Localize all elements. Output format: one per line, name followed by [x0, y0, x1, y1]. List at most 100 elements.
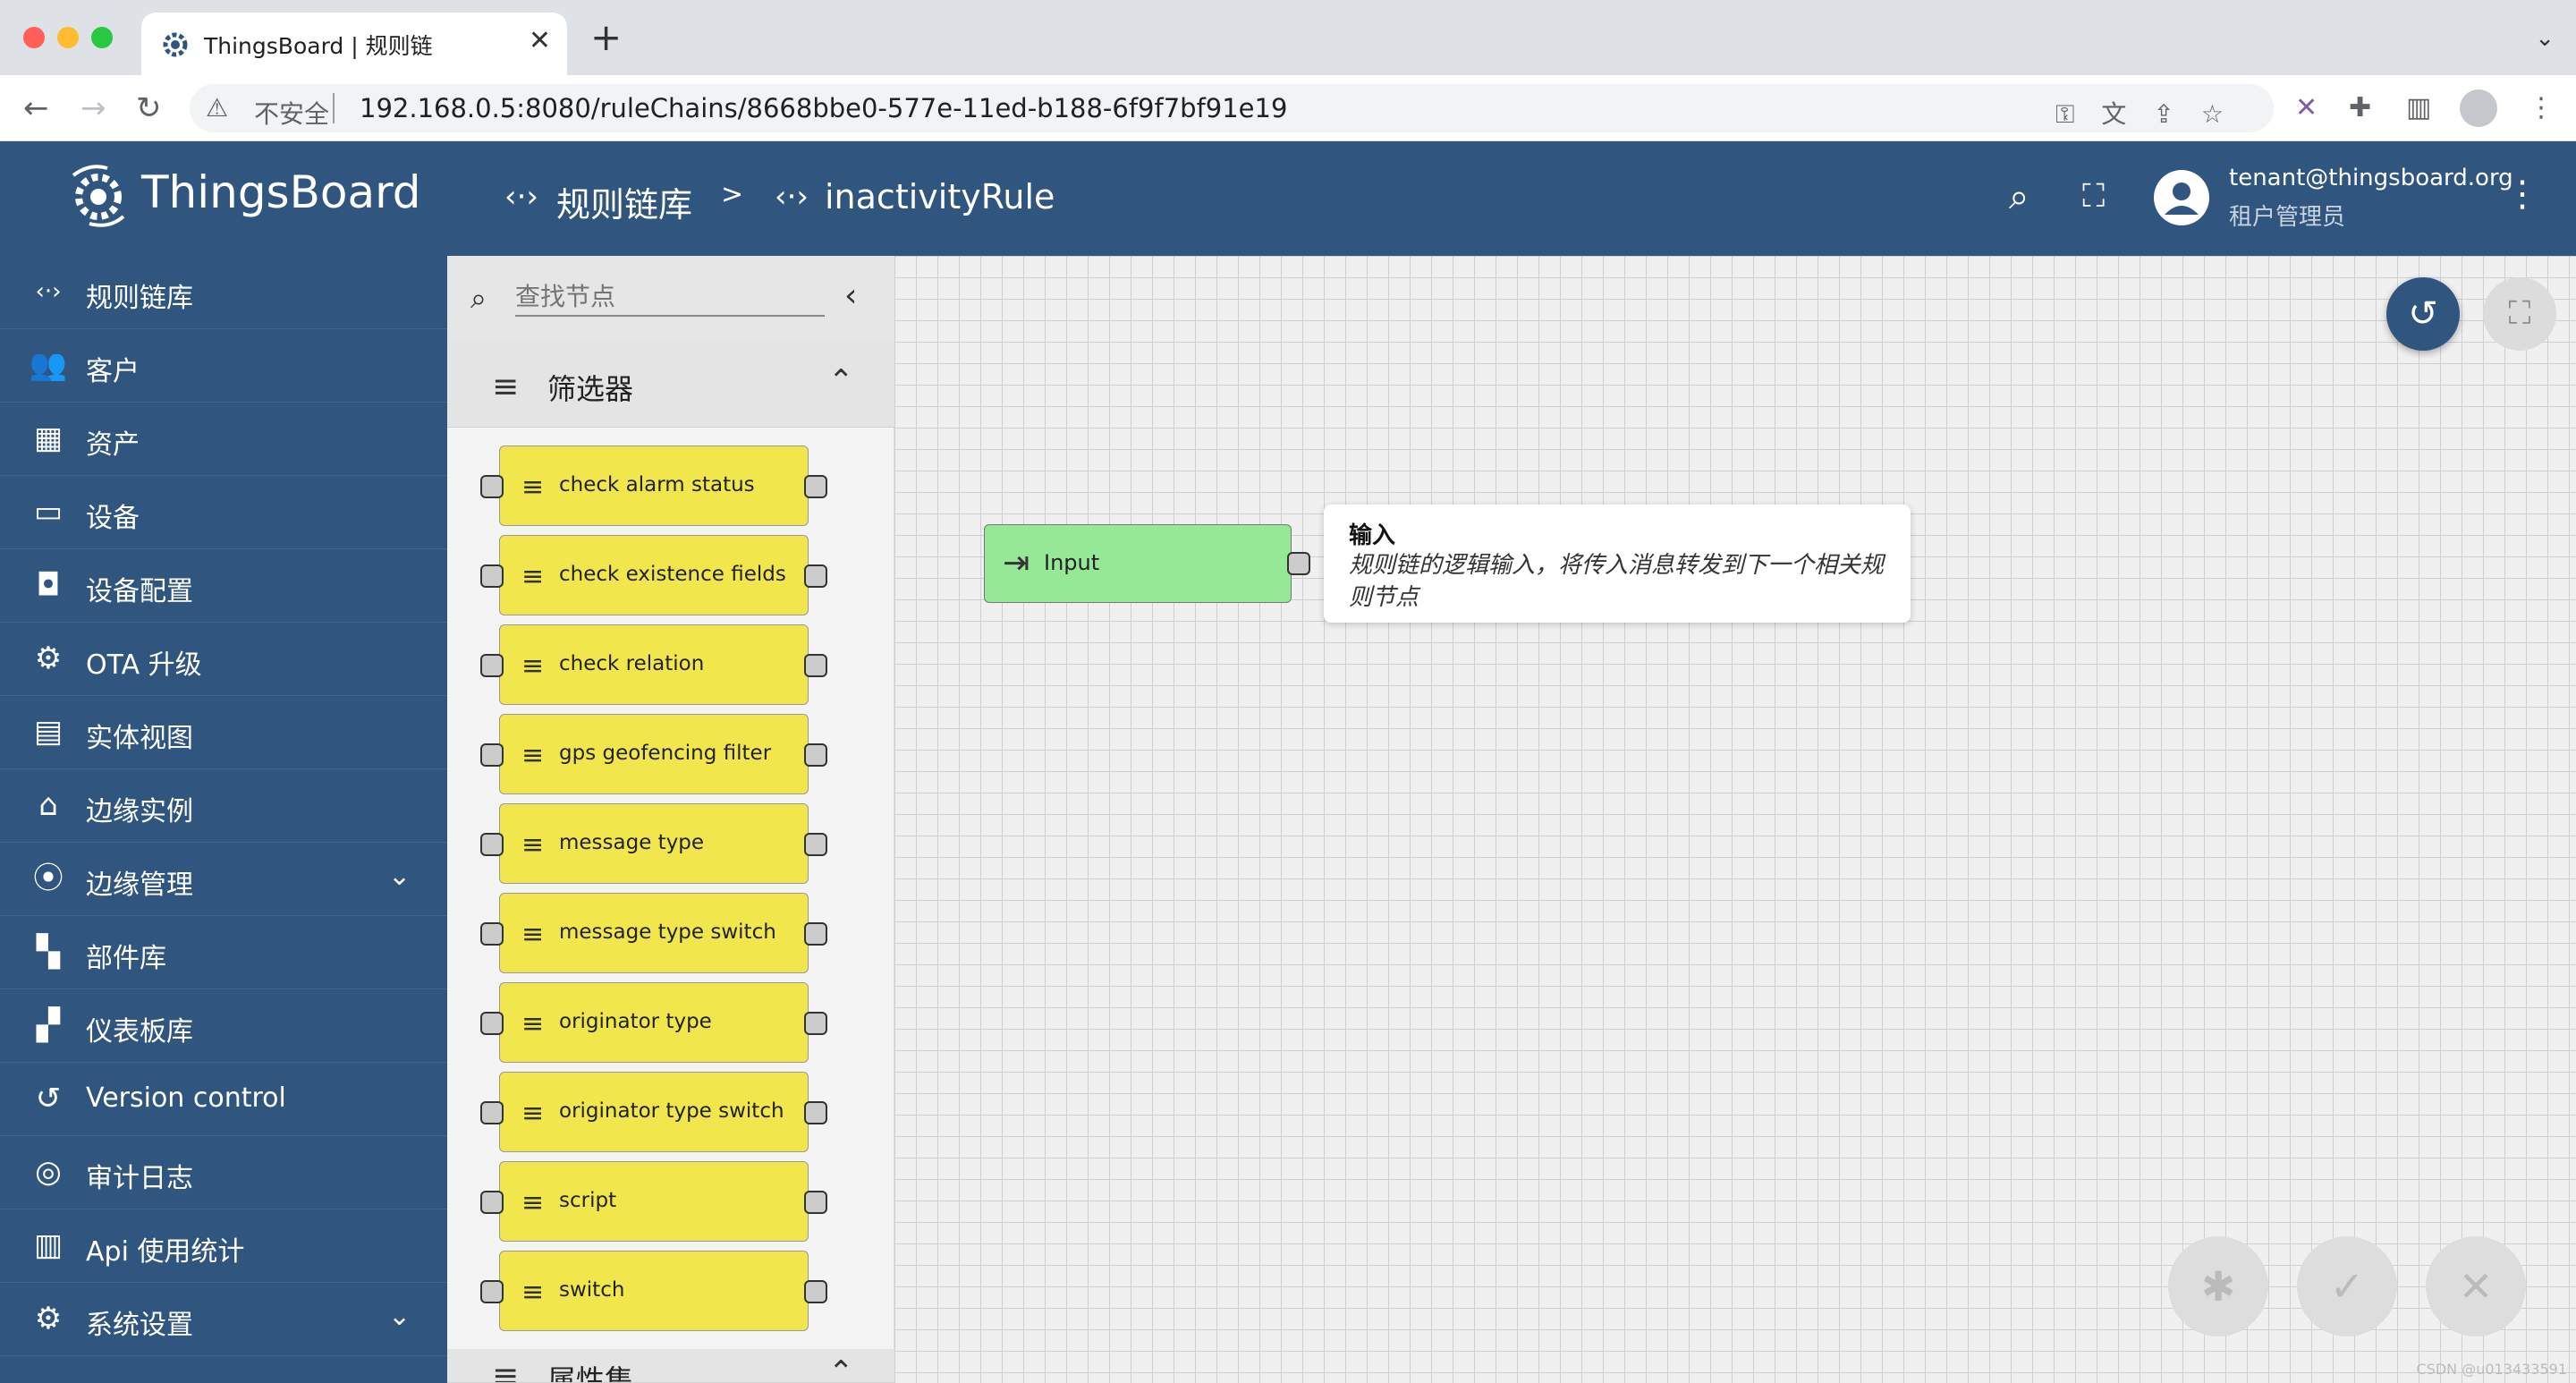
tab-search-icon[interactable]: ⌄ — [2535, 25, 2555, 52]
more-menu-icon[interactable]: ⋮ — [2504, 174, 2540, 215]
sidebar-item-widgets[interactable]: ▚ 部件库 — [0, 916, 447, 989]
library-node-gps-geofencing-filter[interactable]: ≡ gps geofencing filter — [480, 714, 827, 794]
sidebar-item-assets[interactable]: ▦ 资产 — [0, 403, 447, 476]
node-input-port[interactable] — [480, 1280, 504, 1303]
node-input-port[interactable] — [480, 1191, 504, 1214]
section-attributes-header[interactable]: ≡ 属性集 ⌃ — [447, 1349, 894, 1383]
node-input-port[interactable] — [480, 743, 504, 767]
sidebar-item-label: OTA 升级 — [86, 649, 202, 681]
browser-tab[interactable]: ThingsBoard | 规则链 ✕ — [141, 13, 567, 75]
debug-button[interactable]: ✱ — [2168, 1236, 2268, 1336]
rule-chain-icon: ‹·› — [504, 179, 539, 215]
fullscreen-icon[interactable]: ⛶ — [2082, 177, 2105, 216]
node-output-port[interactable] — [804, 833, 827, 856]
node-output-port[interactable] — [804, 1101, 827, 1124]
rule-chain-canvas[interactable]: ⇥ Input 输入 规则链的逻辑输入，将传入消息转发到下一个相关规则节点 ↺ … — [894, 256, 2576, 1383]
library-node-message-type-switch[interactable]: ≡ message type switch — [480, 893, 827, 973]
tab-close-icon[interactable]: ✕ — [529, 25, 551, 57]
apply-changes-button[interactable]: ✓ — [2297, 1236, 2397, 1336]
library-node-originator-type-switch[interactable]: ≡ originator type switch — [480, 1072, 827, 1152]
sidebar-item-version-control[interactable]: ↺ Version control — [0, 1063, 447, 1136]
node-input-port[interactable] — [480, 922, 504, 946]
tooltip-title: 输入 — [1349, 522, 1396, 549]
rule-chain-icon: ‹·› — [775, 179, 809, 215]
node-output-port[interactable] — [804, 922, 827, 946]
library-node-originator-type[interactable]: ≡ originator type — [480, 982, 827, 1063]
sidebar-item-settings[interactable]: ⚙ 系统设置 ⌄ — [0, 1283, 447, 1356]
sidebar-item-rule-chains[interactable]: ‹·› 规则链库 — [0, 256, 447, 329]
thingsboard-logo-icon[interactable] — [63, 159, 134, 231]
tooltip-description: 规则链的逻辑输入，将传入消息转发到下一个相关规则节点 — [1349, 552, 1885, 611]
url-text[interactable]: 192.168.0.5:8080/ruleChains/8668bbe0-577… — [360, 93, 1287, 123]
library-node-message-type[interactable]: ≡ message type — [480, 803, 827, 884]
sidebar-item-devices[interactable]: ▭ 设备 — [0, 476, 447, 549]
sidebar-item-api-usage[interactable]: ▥ Api 使用统计 — [0, 1209, 447, 1283]
back-icon[interactable]: ← — [23, 91, 49, 125]
url-input[interactable]: ⚠ 不安全 192.168.0.5:8080/ruleChains/8668bb… — [190, 84, 2274, 132]
node-output-port[interactable] — [804, 564, 827, 588]
logo-text[interactable]: ThingsBoard — [141, 166, 421, 218]
sidebar-item-edge-management[interactable]: ⦿ 边缘管理 ⌄ — [0, 843, 447, 916]
maximize-window-button[interactable] — [91, 27, 113, 48]
breadcrumb-root[interactable]: 规则链库 — [556, 177, 692, 226]
sidebar-item-audit-logs[interactable]: ◎ 审计日志 — [0, 1136, 447, 1209]
node-search-input[interactable] — [515, 277, 825, 317]
sidebar-item-label: 设备 — [86, 503, 140, 534]
node-input-port[interactable] — [480, 833, 504, 856]
browser-menu-icon[interactable]: ⋮ — [2528, 93, 2555, 123]
warning-icon[interactable]: ⚠ — [206, 93, 228, 123]
sidebar-item-label: 实体视图 — [86, 723, 193, 754]
reload-icon[interactable]: ↻ — [136, 91, 162, 125]
forward-icon[interactable]: → — [80, 91, 106, 125]
node-input-port[interactable] — [480, 1101, 504, 1124]
sidebar-item-customers[interactable]: 👥 客户 — [0, 329, 447, 403]
node-output-port[interactable] — [804, 1191, 827, 1214]
chevron-left-icon[interactable]: ‹ — [844, 277, 857, 314]
node-input-port[interactable] — [480, 1012, 504, 1035]
security-label[interactable]: 不安全 — [254, 95, 329, 131]
sidebar-item-dashboards[interactable]: ▞ 仪表板库 — [0, 989, 447, 1063]
extensions-puzzle-icon[interactable]: ✚ — [2349, 93, 2371, 123]
library-node-check-alarm-status[interactable]: ≡ check alarm status — [480, 445, 827, 526]
node-output-port[interactable] — [804, 1280, 827, 1303]
profile-avatar-icon[interactable] — [2460, 89, 2497, 127]
library-node-check-existence-fields[interactable]: ≡ check existence fields — [480, 535, 827, 615]
node-input-port[interactable] — [480, 564, 504, 588]
node-output-port[interactable] — [804, 654, 827, 677]
node-input-port[interactable] — [480, 475, 504, 498]
node-output-port[interactable] — [804, 743, 827, 767]
minimize-window-button[interactable] — [57, 27, 79, 48]
chevron-up-icon[interactable]: ⌃ — [828, 363, 854, 399]
chevron-up-icon[interactable]: ⌃ — [828, 1354, 854, 1382]
side-panel-icon[interactable]: ▥ — [2406, 93, 2431, 123]
node-label: originator type — [559, 1010, 712, 1033]
close-window-button[interactable] — [23, 27, 45, 48]
user-avatar-icon[interactable] — [2154, 170, 2209, 225]
sidebar-item-ota[interactable]: ⚙ OTA 升级 — [0, 623, 447, 696]
sidebar-item-label: 设备配置 — [86, 576, 193, 607]
chevron-down-icon[interactable]: ⌄ — [388, 861, 411, 892]
sidebar-item-edges[interactable]: ⌂ 边缘实例 — [0, 769, 447, 843]
version-history-button[interactable]: ↺ — [2386, 277, 2460, 351]
sidebar-item-entity-views[interactable]: ▤ 实体视图 — [0, 696, 447, 769]
sidebar-item-label: 边缘管理 — [86, 870, 193, 901]
library-node-check-relation[interactable]: ≡ check relation — [480, 624, 827, 705]
discard-changes-button[interactable]: ✕ — [2426, 1236, 2526, 1336]
search-icon[interactable]: ⌕ — [2009, 177, 2029, 216]
canvas-fullscreen-button[interactable]: ⛶ — [2483, 277, 2556, 351]
node-input-port[interactable] — [480, 654, 504, 677]
library-node-switch[interactable]: ≡ switch — [480, 1251, 827, 1331]
address-bar: ← → ↻ ⚠ 不安全 192.168.0.5:8080/ruleChains/… — [0, 75, 2576, 141]
section-filter-header[interactable]: ≡ 筛选器 ⌃ — [447, 342, 894, 428]
sidebar-item-device-profiles[interactable]: ◘ 设备配置 — [0, 549, 447, 623]
chevron-down-icon[interactable]: ⌄ — [388, 1301, 411, 1332]
omnibox-actions[interactable]: ⚿文⇪☆ — [2055, 95, 2250, 131]
input-node[interactable]: ⇥ Input — [984, 524, 1310, 603]
node-output-port[interactable] — [804, 475, 827, 498]
node-output-port[interactable] — [1287, 552, 1310, 575]
library-node-script[interactable]: ≡ script — [480, 1161, 827, 1242]
extension-x-icon[interactable]: ✕ — [2295, 93, 2318, 123]
new-tab-button[interactable]: + — [590, 19, 622, 56]
node-output-port[interactable] — [804, 1012, 827, 1035]
user-email[interactable]: tenant@thingsboard.org — [2229, 165, 2513, 191]
